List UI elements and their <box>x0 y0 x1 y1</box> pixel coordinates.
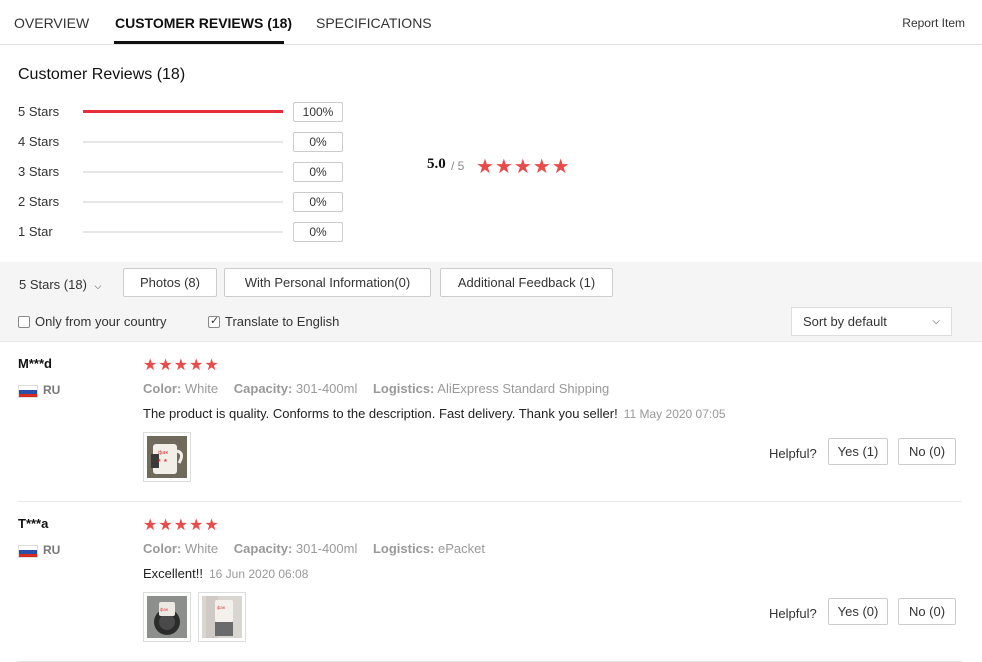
rating-percent: 0% <box>293 132 343 152</box>
reviewer-country: RU <box>43 543 61 557</box>
svg-text:фак: фак <box>217 605 226 610</box>
attr-label: Capacity: <box>233 541 293 556</box>
translate-label: Translate to English <box>225 314 340 329</box>
only-country-label: Only from your country <box>35 314 167 329</box>
rating-row-label: 1 Star <box>18 224 53 239</box>
attr-label: Capacity: <box>233 381 293 396</box>
review-item: M***d RU ★★★★★ Color: White Capacity: 30… <box>0 342 982 502</box>
attr-value: 301-400ml <box>295 381 358 396</box>
svg-text:фак: фак <box>160 607 169 612</box>
helpful-label: Helpful? <box>769 446 817 461</box>
attr-value: White <box>184 541 219 556</box>
helpful-no-button[interactable]: No (0) <box>898 598 956 625</box>
rating-percent: 0% <box>293 162 343 182</box>
tab-bar: OVERVIEW CUSTOMER REVIEWS (18) SPECIFICA… <box>0 0 982 45</box>
helpful-yes-button[interactable]: Yes (0) <box>828 598 888 625</box>
helpful-label: Helpful? <box>769 606 817 621</box>
review-item: T***a RU ★★★★★ Color: White Capacity: 30… <box>0 502 982 662</box>
review-star-icons: ★★★★★ <box>143 517 220 534</box>
attr-label: Logistics: <box>372 381 435 396</box>
attr-value: ePacket <box>438 541 485 556</box>
rating-percent: 100% <box>293 102 343 122</box>
russia-flag-icon <box>18 545 38 558</box>
helpful-yes-button[interactable]: Yes (1) <box>828 438 888 465</box>
mug-photo-image: фак ★ ★ <box>147 436 187 478</box>
attr-label: Color: <box>143 381 182 396</box>
only-country-checkbox[interactable]: Only from your country <box>18 314 167 329</box>
report-item-link[interactable]: Report Item <box>902 16 965 30</box>
review-filter-bar: 5 Stars (18) ⌵ Photos (8) With Personal … <box>0 262 982 342</box>
attr-value: AliExpress Standard Shipping <box>437 381 610 396</box>
review-star-icons: ★★★★★ <box>143 357 220 374</box>
rating-row-label: 5 Stars <box>18 104 60 119</box>
checkbox-checked-icon <box>208 314 220 328</box>
review-text: The product is quality. Conforms to the … <box>143 406 618 421</box>
reviewer-name: T***a <box>18 516 49 531</box>
rating-bar-track <box>83 141 283 143</box>
rating-percent: 0% <box>293 192 343 212</box>
chevron-down-icon: ⌵ <box>932 316 940 327</box>
reviews-heading: Customer Reviews (18) <box>18 66 186 83</box>
translate-checkbox[interactable]: Translate to English <box>208 314 339 329</box>
review-date: 16 Jun 2020 06:08 <box>208 567 309 581</box>
mug-photo-image: фак <box>147 596 187 638</box>
review-text: Excellent!! <box>143 566 203 581</box>
rating-bar-track <box>83 231 283 233</box>
review-photo-thumbnail[interactable]: фак <box>143 592 191 642</box>
svg-text:★ ★: ★ ★ <box>157 458 168 464</box>
personal-info-filter-button[interactable]: With Personal Information(0) <box>224 268 431 297</box>
sort-value: Sort by default <box>803 314 887 329</box>
rating-percent: 0% <box>293 222 343 242</box>
rating-bar-track <box>83 171 283 173</box>
reviewer-name: M***d <box>18 356 52 371</box>
rating-bar-track <box>83 110 283 113</box>
average-star-icons: ★★★★★ <box>476 156 571 178</box>
russia-flag-icon <box>18 385 38 398</box>
review-photo-thumbnail[interactable]: фак <box>198 592 246 642</box>
review-body: Excellent!! 16 Jun 2020 06:08 <box>143 566 308 581</box>
review-attributes: Color: White Capacity: 301-400ml Logisti… <box>143 381 609 396</box>
review-body: The product is quality. Conforms to the … <box>143 406 726 421</box>
tab-specifications[interactable]: SPECIFICATIONS <box>316 15 432 31</box>
photos-filter-button[interactable]: Photos (8) <box>123 268 217 297</box>
average-rating: 5.0 <box>427 156 446 172</box>
additional-feedback-filter-button[interactable]: Additional Feedback (1) <box>440 268 613 297</box>
rating-row-label: 2 Stars <box>18 194 60 209</box>
tab-overview[interactable]: OVERVIEW <box>14 15 89 31</box>
chevron-down-icon: ⌵ <box>94 281 102 291</box>
rating-row-label: 3 Stars <box>18 164 60 179</box>
rating-bar-track <box>83 201 283 203</box>
star-filter-select[interactable]: 5 Stars (18) ⌵ <box>19 277 101 292</box>
active-tab-indicator <box>114 41 284 44</box>
rating-row-label: 4 Stars <box>18 134 60 149</box>
attr-value: White <box>184 381 219 396</box>
svg-text:фак: фак <box>158 450 168 456</box>
attr-value: 301-400ml <box>295 541 358 556</box>
reviewer-country: RU <box>43 383 61 397</box>
mug-photo-image: фак <box>202 596 242 638</box>
star-filter-value: 5 Stars (18) <box>19 277 87 292</box>
attr-label: Color: <box>143 541 182 556</box>
review-attributes: Color: White Capacity: 301-400ml Logisti… <box>143 541 485 556</box>
review-photo-thumbnail[interactable]: фак ★ ★ <box>143 432 191 482</box>
rating-bar-fill <box>83 110 283 113</box>
sort-select[interactable]: Sort by default ⌵ <box>791 307 952 336</box>
review-date: 11 May 2020 07:05 <box>623 407 726 421</box>
checkbox-icon <box>18 316 30 328</box>
average-rating-scale: / 5 <box>451 159 465 173</box>
helpful-no-button[interactable]: No (0) <box>898 438 956 465</box>
attr-label: Logistics: <box>372 541 435 556</box>
tab-customer-reviews[interactable]: CUSTOMER REVIEWS (18) <box>115 15 292 31</box>
